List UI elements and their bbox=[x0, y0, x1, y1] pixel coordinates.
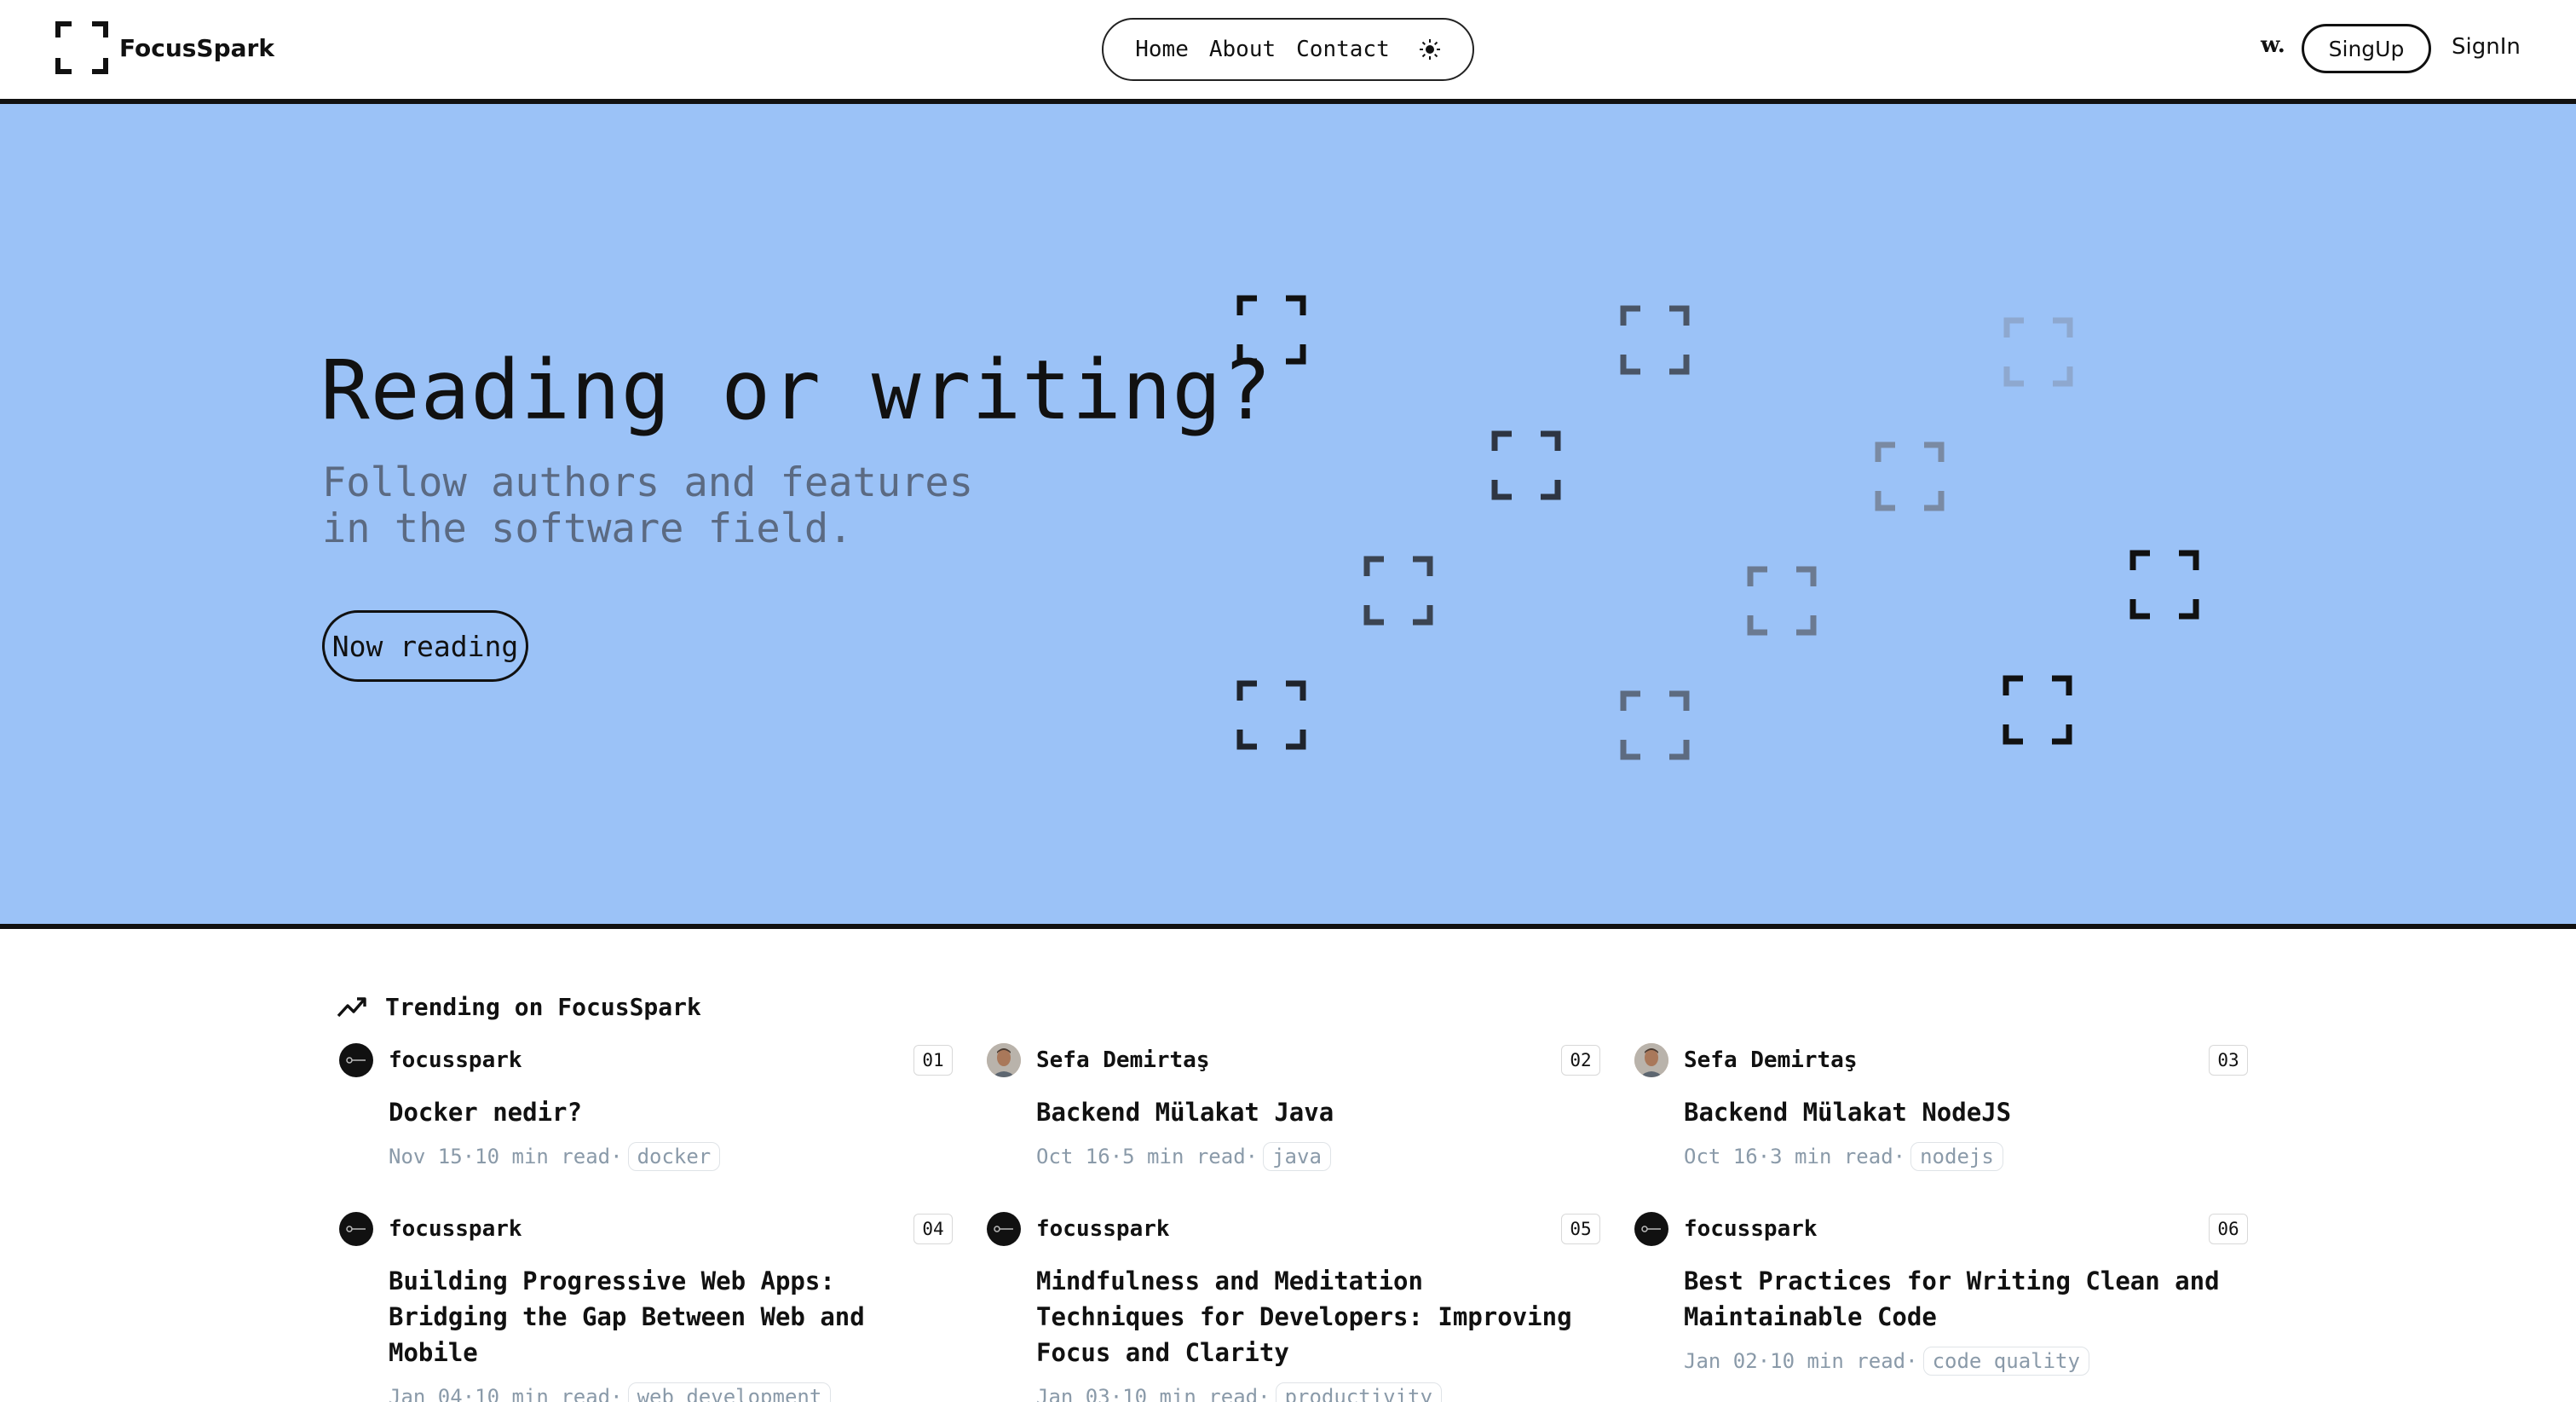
focus-bracket-icon bbox=[1363, 556, 1433, 626]
rank-badge: 03 bbox=[2209, 1045, 2248, 1076]
article-title[interactable]: Backend Mülakat Java bbox=[1036, 1094, 1582, 1130]
main-nav: Home About Contact bbox=[1102, 18, 1474, 81]
focus-bracket-icon bbox=[1236, 680, 1306, 750]
article-tag[interactable]: java bbox=[1263, 1142, 1331, 1171]
rank-badge: 01 bbox=[913, 1045, 953, 1076]
rank-badge: 05 bbox=[1561, 1214, 1600, 1244]
brand-logo[interactable]: FocusSpark bbox=[55, 20, 274, 75]
article-date: Oct 16 bbox=[1684, 1145, 1758, 1168]
article-tag[interactable]: productivity bbox=[1275, 1382, 1442, 1402]
focusspark-avatar[interactable] bbox=[339, 1212, 373, 1246]
person-avatar[interactable] bbox=[987, 1043, 1021, 1077]
read-time: 10 min read bbox=[1770, 1349, 1906, 1373]
trending-card[interactable]: focusspark 05 Mindfulness and Meditation… bbox=[987, 1210, 1600, 1402]
author-name[interactable]: focusspark bbox=[1036, 1216, 1170, 1242]
article-meta: Oct 16 · 3 min read · nodejs bbox=[1684, 1142, 2248, 1171]
author-name[interactable]: Sefa Demirtaş bbox=[1684, 1047, 1858, 1073]
signup-button[interactable]: SingUp bbox=[2302, 24, 2431, 73]
article-meta: Jan 03 · 10 min read · productivity bbox=[1036, 1382, 1600, 1402]
trending-card[interactable]: focusspark 06 Best Practices for Writing… bbox=[1634, 1210, 2248, 1376]
article-meta: Jan 04 · 10 min read · web development bbox=[389, 1382, 953, 1402]
rank-badge: 06 bbox=[2209, 1214, 2248, 1244]
focus-bracket-icon bbox=[2129, 550, 2199, 620]
author-name[interactable]: focusspark bbox=[389, 1216, 522, 1242]
article-title[interactable]: Backend Mülakat NodeJS bbox=[1684, 1094, 2229, 1130]
now-reading-button[interactable]: Now reading bbox=[322, 610, 528, 682]
w-logo[interactable]: w. bbox=[2261, 32, 2285, 58]
author-name[interactable]: focusspark bbox=[1684, 1216, 1818, 1242]
focusspark-avatar[interactable] bbox=[339, 1043, 373, 1077]
author-name[interactable]: Sefa Demirtaş bbox=[1036, 1047, 1210, 1073]
hero-subtitle: Follow authors and features in the softw… bbox=[322, 459, 974, 552]
nav-home[interactable]: Home bbox=[1135, 37, 1189, 62]
hero-title: Reading or writing? bbox=[320, 343, 1273, 438]
article-tag[interactable]: code quality bbox=[1922, 1347, 2089, 1376]
nav-about[interactable]: About bbox=[1209, 37, 1276, 62]
trending-card[interactable]: focusspark 01 Docker nedir? Nov 15 · 10 m… bbox=[339, 1041, 953, 1171]
focus-bracket-icon bbox=[1620, 305, 1690, 375]
sun-icon bbox=[1419, 39, 1440, 60]
article-tag[interactable]: nodejs bbox=[1910, 1142, 2003, 1171]
focus-bracket-icon bbox=[1236, 295, 1306, 365]
trending-title: Trending on FocusSpark bbox=[385, 992, 701, 1021]
focusspark-avatar[interactable] bbox=[1634, 1212, 1668, 1246]
article-title[interactable]: Best Practices for Writing Clean and Mai… bbox=[1684, 1263, 2229, 1335]
focus-bracket-icon bbox=[55, 21, 108, 74]
focus-bracket-icon bbox=[1875, 441, 1945, 511]
person-avatar[interactable] bbox=[1634, 1043, 1668, 1077]
author-name[interactable]: focusspark bbox=[389, 1047, 522, 1073]
focus-bracket-icon bbox=[2003, 317, 2073, 387]
trending-up-icon bbox=[337, 997, 366, 1018]
theme-toggle-button[interactable] bbox=[1419, 38, 1441, 61]
read-time: 10 min read bbox=[1122, 1385, 1259, 1402]
rank-badge: 04 bbox=[913, 1214, 953, 1244]
trending-card[interactable]: Sefa Demirtaş 03 Backend Mülakat NodeJS … bbox=[1634, 1041, 2248, 1171]
article-date: Jan 02 bbox=[1684, 1349, 1758, 1373]
trending-header: Trending on FocusSpark bbox=[336, 990, 701, 1023]
trending-card[interactable]: focusspark 04 Building Progressive Web A… bbox=[339, 1210, 953, 1402]
top-navbar: FocusSpark Home About Contact w. SingUp … bbox=[0, 0, 2576, 99]
read-time: 10 min read bbox=[475, 1385, 611, 1402]
read-time: 10 min read bbox=[475, 1145, 611, 1168]
read-time: 5 min read bbox=[1122, 1145, 1246, 1168]
focus-bracket-icon bbox=[2003, 675, 2072, 745]
article-meta: Nov 15 · 10 min read · docker bbox=[389, 1142, 953, 1171]
article-title[interactable]: Docker nedir? bbox=[389, 1094, 934, 1130]
signin-link[interactable]: SignIn bbox=[2452, 34, 2521, 60]
brand-name: FocusSpark bbox=[119, 33, 274, 62]
article-tag[interactable]: docker bbox=[627, 1142, 721, 1171]
focus-bracket-icon bbox=[1747, 566, 1817, 636]
focus-bracket-icon bbox=[1620, 690, 1690, 760]
article-date: Oct 16 bbox=[1036, 1145, 1110, 1168]
article-title[interactable]: Building Progressive Web Apps: Bridging … bbox=[389, 1263, 934, 1370]
article-meta: Oct 16 · 5 min read · java bbox=[1036, 1142, 1600, 1171]
article-tag[interactable]: web development bbox=[627, 1382, 832, 1402]
nav-contact[interactable]: Contact bbox=[1296, 37, 1390, 62]
hero-section: Reading or writing? Follow authors and f… bbox=[0, 99, 2576, 929]
article-meta: Jan 02 · 10 min read · code quality bbox=[1684, 1347, 2248, 1376]
article-title[interactable]: Mindfulness and Meditation Techniques fo… bbox=[1036, 1263, 1582, 1370]
article-date: Jan 03 bbox=[1036, 1385, 1110, 1402]
trending-card[interactable]: Sefa Demirtaş 02 Backend Mülakat Java Oc… bbox=[987, 1041, 1600, 1171]
rank-badge: 02 bbox=[1561, 1045, 1600, 1076]
focus-bracket-icon bbox=[1491, 430, 1561, 500]
article-date: Jan 04 bbox=[389, 1385, 463, 1402]
read-time: 3 min read bbox=[1770, 1145, 1893, 1168]
article-date: Nov 15 bbox=[389, 1145, 463, 1168]
focusspark-avatar[interactable] bbox=[987, 1212, 1021, 1246]
